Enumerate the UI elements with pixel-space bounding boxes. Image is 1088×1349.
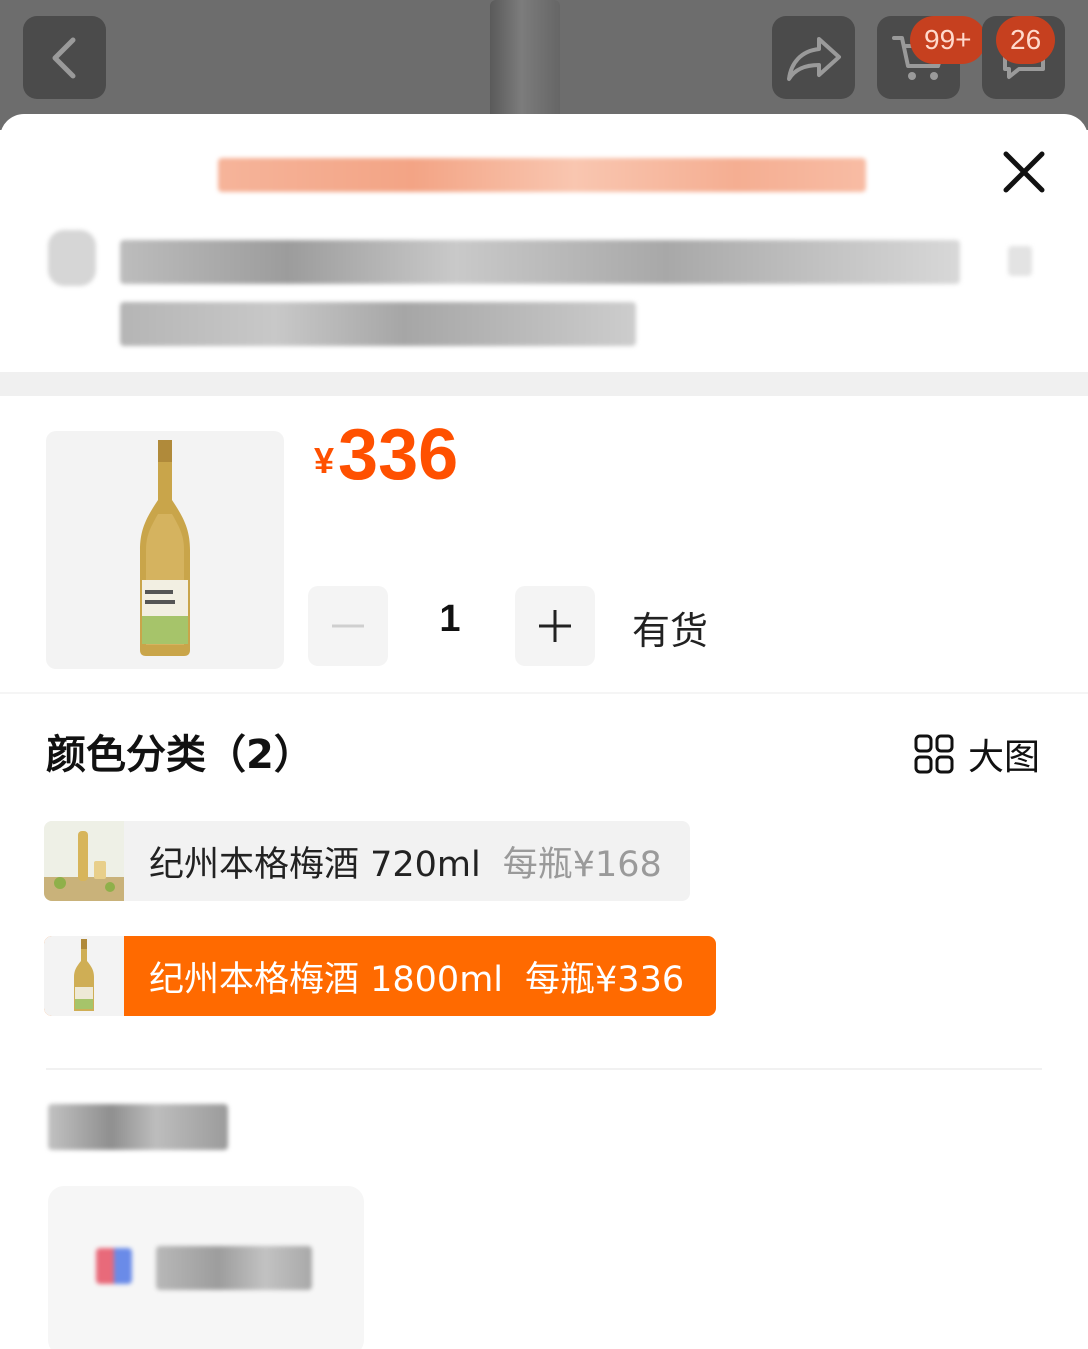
promo-banner [218,158,866,192]
chevron-right-icon [1008,246,1032,276]
cart-badge: 99+ [910,16,986,64]
service-icon [96,1248,132,1284]
sku-option-unit-price: 每瓶¥168 [502,844,662,885]
location-icon [48,230,96,286]
service-option-label [156,1246,312,1290]
divider [46,1068,1042,1070]
message-badge: 26 [996,16,1056,64]
service-section-title [48,1104,228,1150]
plus-icon [539,610,571,642]
quantity-increase-button[interactable] [515,586,595,666]
currency-symbol: ¥ [314,440,335,481]
quantity-decrease-button[interactable] [308,586,388,666]
top-bar: 99+ 26 [0,0,1088,130]
sku-selector-sheet: ¥336 1 有货 颜色分类（2） 大图 纪州本格梅酒 720ml 每瓶¥168… [0,114,1088,1349]
service-option[interactable] [48,1186,364,1349]
divider [0,692,1088,694]
sku-option-name: 纪州本格梅酒 1800ml [149,959,504,1000]
product-scene-image [44,821,124,901]
big-image-label: 大图 [968,737,1041,778]
product-thumbnail[interactable] [46,431,284,669]
sku-option-name: 纪州本格梅酒 720ml [149,844,481,885]
sku-thumbnail [44,821,124,901]
address-line-1 [120,240,960,284]
close-button[interactable] [998,146,1050,198]
minus-icon [332,624,364,628]
sku-option-720ml[interactable]: 纪州本格梅酒 720ml 每瓶¥168 [44,821,690,901]
big-image-toggle[interactable]: 大图 [914,728,1040,780]
price-value: 336 [338,415,459,495]
section-divider [0,372,1088,396]
address-line-2 [120,302,636,346]
price: ¥336 [314,414,458,496]
grid-icon [914,734,954,774]
spec-section-title: 颜色分类（2） [46,732,314,778]
sku-thumbnail [44,936,124,1016]
sku-option-1800ml-selected[interactable]: 纪州本格梅酒 1800ml 每瓶¥336 [44,936,716,1016]
chevron-left-icon [52,37,75,78]
share-button[interactable] [772,16,855,99]
stock-status: 有货 [632,609,709,653]
product-image-background [490,0,560,120]
bottle-image [140,440,190,656]
close-icon [1003,151,1045,193]
back-button[interactable] [23,16,106,99]
quantity-value[interactable]: 1 [400,598,500,641]
share-icon [786,36,841,81]
sku-option-unit-price: 每瓶¥336 [525,959,685,1000]
bottle-image [74,939,94,1011]
